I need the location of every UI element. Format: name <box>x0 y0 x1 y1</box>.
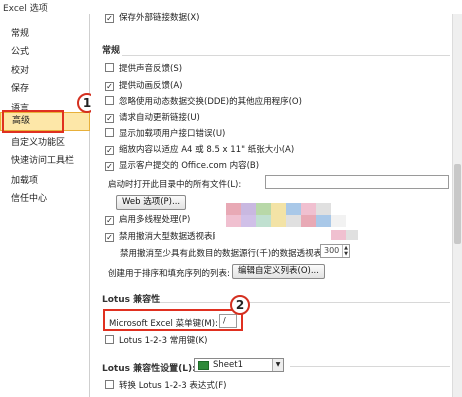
section-divider <box>122 55 450 56</box>
startup-folder-input[interactable] <box>265 175 449 189</box>
checkbox-pivot-undo[interactable]: ✓ <box>105 233 114 242</box>
scrollbar-thumb[interactable] <box>454 164 461 244</box>
sidebar-item-general[interactable]: 常规 <box>0 25 90 43</box>
option-show-office-content[interactable]: ✓ 显示客户提交的 Office.com 内容(B) <box>105 160 259 174</box>
chevron-down-icon[interactable]: ▼ <box>272 359 283 371</box>
option-label: 提供动画反馈(A) <box>119 81 183 91</box>
menu-key-input[interactable]: / <box>219 314 237 328</box>
section-divider <box>290 366 450 367</box>
title-bar: Excel 选项 <box>0 0 462 14</box>
startup-folder-label: 启动时打开此目录中的所有文件(L): <box>108 180 242 190</box>
option-transition-formula[interactable]: 转换 Lotus 1-2-3 表达式(F) <box>105 380 226 394</box>
checkbox-show-addin-errors[interactable] <box>105 128 114 137</box>
web-options-button[interactable]: Web 选项(P)... <box>116 195 187 210</box>
option-label: 显示客户提交的 Office.com 内容(B) <box>119 161 260 171</box>
callout-2: 2 <box>230 295 250 315</box>
option-pivot-undo[interactable]: ✓ 禁用撤消大型数据透视表刷新操作以减少刷新时间 <box>105 231 215 245</box>
option-multithreading[interactable]: ✓ 启用多线程处理(P) <box>105 214 190 228</box>
option-label: 缩放内容以适应 A4 或 8.5 x 11" 纸张大小(A) <box>119 145 295 155</box>
sheet-icon <box>198 361 209 370</box>
pivot-rows-value: 300 <box>324 246 340 255</box>
option-ignore-dde[interactable]: 忽略使用动态数据交换(DDE)的其他应用程序(O) <box>105 96 302 110</box>
spinner-arrows-icon[interactable]: ▲ ▼ <box>342 245 349 257</box>
checkbox-save-external-links[interactable]: ✓ <box>105 14 114 23</box>
option-scale-a4-letter[interactable]: ✓ 缩放内容以适应 A4 或 8.5 x 11" 纸张大小(A) <box>105 144 294 158</box>
option-lotus-nav-keys[interactable]: Lotus 1-2-3 常用键(K) <box>105 335 207 349</box>
option-label: 转换 Lotus 1-2-3 表达式(F) <box>119 381 227 391</box>
pivot-rows-label: 禁用撤消至少具有此数目的数据源行(千)的数据透视表: <box>120 249 325 259</box>
option-show-addin-errors[interactable]: 显示加载项用户接口错误(U) <box>105 128 225 142</box>
custom-lists-label: 创建用于排序和填充序列的列表: <box>108 269 230 279</box>
option-save-external-link-values[interactable]: ✓ 保存外部链接数据(X) <box>105 12 199 26</box>
sidebar-item-trust-center[interactable]: 信任中心 <box>0 190 90 208</box>
option-feedback-animation[interactable]: ✓ 提供动画反馈(A) <box>105 80 182 94</box>
window-title: Excel 选项 <box>3 4 48 14</box>
lotus-sheet-value: Sheet1 <box>213 360 243 370</box>
checkbox-transition-formula[interactable] <box>105 380 114 389</box>
option-label: 忽略使用动态数据交换(DDE)的其他应用程序(O) <box>119 97 302 107</box>
section-heading-general: 常规 <box>102 46 121 56</box>
checkbox-ask-update-links[interactable]: ✓ <box>105 114 114 123</box>
option-ask-update-links[interactable]: ✓ 请求自动更新链接(U) <box>105 112 200 126</box>
options-sidebar: 常规 公式 校对 保存 语言 高级 自定义功能区 快速访问工具栏 加载项 信任中… <box>0 14 90 397</box>
option-label: 禁用撤消大型数据透视表刷新操作以减少刷新时间 <box>119 232 215 242</box>
sidebar-item-save[interactable]: 保存 <box>0 80 90 98</box>
option-label: 启用多线程处理(P) <box>119 215 191 225</box>
checkbox-feedback-animation[interactable]: ✓ <box>105 82 114 91</box>
option-label: 显示加载项用户接口错误(U) <box>119 129 226 139</box>
checkbox-lotus-nav-keys[interactable] <box>105 335 114 344</box>
option-label: 请求自动更新链接(U) <box>119 113 200 123</box>
sidebar-item-proofing[interactable]: 校对 <box>0 62 90 80</box>
checkbox-feedback-sound[interactable] <box>105 63 114 72</box>
option-feedback-sound[interactable]: 提供声音反馈(S) <box>105 63 182 77</box>
sidebar-item-quick-access-toolbar[interactable]: 快速访问工具栏 <box>0 152 90 170</box>
checkbox-show-office-content[interactable]: ✓ <box>105 162 114 171</box>
checkbox-multithreading[interactable]: ✓ <box>105 216 114 225</box>
section-divider <box>160 302 450 303</box>
menu-key-label: Microsoft Excel 菜单键(M): <box>109 319 218 329</box>
option-label: 提供声音反馈(S) <box>119 64 183 74</box>
vertical-scrollbar[interactable] <box>452 14 462 397</box>
sidebar-item-formulas[interactable]: 公式 <box>0 43 90 61</box>
option-label: 保存外部链接数据(X) <box>119 13 200 23</box>
section-heading-lotus-settings: Lotus 兼容性设置(L): <box>102 364 196 374</box>
pivot-rows-spinner[interactable]: 300 ▲ ▼ <box>320 244 350 258</box>
sidebar-item-add-ins[interactable]: 加载项 <box>0 172 90 190</box>
lotus-sheet-select[interactable]: Sheet1 ▼ <box>194 358 284 372</box>
edit-custom-lists-button[interactable]: 编辑自定义列表(O)... <box>232 264 325 279</box>
checkbox-ignore-dde[interactable] <box>105 96 114 105</box>
section-heading-lotus: Lotus 兼容性 <box>102 295 161 305</box>
option-label: Lotus 1-2-3 常用键(K) <box>119 336 208 346</box>
checkbox-scale-a4-letter[interactable]: ✓ <box>105 146 114 155</box>
sidebar-item-advanced[interactable]: 高级 <box>0 112 90 131</box>
sidebar-item-customize-ribbon[interactable]: 自定义功能区 <box>0 134 90 152</box>
